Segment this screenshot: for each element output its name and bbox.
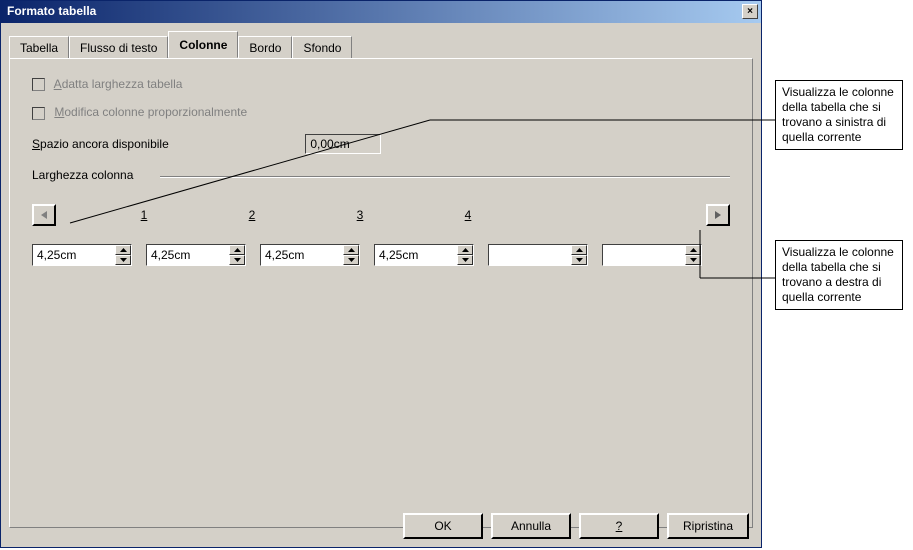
spin-down-icon bbox=[462, 258, 469, 262]
tab-colonne[interactable]: Colonne bbox=[168, 31, 238, 58]
tab-flusso[interactable]: Flusso di testo bbox=[69, 36, 168, 59]
spin-up-icon bbox=[234, 248, 241, 252]
close-button[interactable]: × bbox=[742, 4, 758, 19]
callout-nav-right: Visualizza le colonne della tabella che … bbox=[775, 240, 903, 310]
spin-up-icon bbox=[348, 248, 355, 252]
col-width-2-up[interactable] bbox=[229, 245, 245, 255]
help-button[interactable]: ? bbox=[579, 513, 659, 539]
checkbox-adatta-label: Adatta larghezza tabella bbox=[54, 77, 183, 91]
window-title: Formato tabella bbox=[7, 4, 96, 18]
checkbox-modifica-row: Modifica colonne proporzionalmente bbox=[32, 105, 730, 119]
callout-nav-left: Visualizza le colonne della tabella che … bbox=[775, 80, 903, 150]
col-width-4-up[interactable] bbox=[457, 245, 473, 255]
col-width-6 bbox=[602, 244, 702, 266]
nav-right-button[interactable] bbox=[706, 204, 730, 226]
col-width-6-input[interactable] bbox=[603, 245, 685, 265]
ripristina-button[interactable]: Ripristina bbox=[667, 513, 749, 539]
col-width-3-up[interactable] bbox=[343, 245, 359, 255]
spin-up-icon bbox=[120, 248, 127, 252]
col-width-1 bbox=[32, 244, 132, 266]
spin-down-icon bbox=[234, 258, 241, 262]
tab-bordo[interactable]: Bordo bbox=[238, 36, 292, 59]
checkbox-adatta-row: Adatta larghezza tabella bbox=[32, 77, 730, 91]
larghezza-label: Larghezza colonna bbox=[32, 168, 133, 182]
tab-tabella[interactable]: Tabella bbox=[9, 36, 69, 59]
annulla-button[interactable]: Annulla bbox=[491, 513, 571, 539]
fieldset-separator bbox=[160, 176, 730, 178]
spazio-row: Spazio ancora disponibile 0,00cm bbox=[32, 134, 730, 154]
tabpage-colonne: Adatta larghezza tabella Modifica colonn… bbox=[9, 58, 753, 528]
col-width-5 bbox=[488, 244, 588, 266]
col-width-1-up[interactable] bbox=[115, 245, 131, 255]
col-header-3: 3 bbox=[306, 208, 414, 222]
col-width-2-down[interactable] bbox=[229, 255, 245, 265]
tab-sfondo[interactable]: Sfondo bbox=[292, 36, 352, 59]
spazio-label: Spazio ancora disponibile bbox=[32, 137, 302, 151]
spin-up-icon bbox=[576, 248, 583, 252]
col-header-2: 2 bbox=[198, 208, 306, 222]
col-width-3-down[interactable] bbox=[343, 255, 359, 265]
checkbox-adatta bbox=[32, 78, 45, 91]
col-width-2-input[interactable] bbox=[147, 245, 229, 265]
table-format-dialog: Formato tabella × Tabella Flusso di test… bbox=[0, 0, 762, 548]
checkbox-modifica-label: Modifica colonne proporzionalmente bbox=[54, 105, 247, 119]
spin-down-icon bbox=[120, 258, 127, 262]
ok-button[interactable]: OK bbox=[403, 513, 483, 539]
larghezza-fieldset: Larghezza colonna bbox=[32, 168, 730, 182]
column-width-inputs bbox=[32, 244, 730, 266]
arrow-right-icon bbox=[713, 210, 723, 220]
spazio-value: 0,00cm bbox=[305, 134, 381, 154]
col-width-4 bbox=[374, 244, 474, 266]
col-width-5-down[interactable] bbox=[571, 255, 587, 265]
col-header-1: 1 bbox=[90, 208, 198, 222]
col-width-4-input[interactable] bbox=[375, 245, 457, 265]
button-bar: OK Annulla ? Ripristina bbox=[403, 507, 761, 547]
tabstrip: Tabella Flusso di testo Colonne Bordo Sf… bbox=[1, 23, 761, 58]
col-width-6-down[interactable] bbox=[685, 255, 701, 265]
checkbox-modifica bbox=[32, 107, 45, 120]
spin-up-icon bbox=[462, 248, 469, 252]
col-width-3-input[interactable] bbox=[261, 245, 343, 265]
col-width-5-input[interactable] bbox=[489, 245, 571, 265]
col-width-5-up[interactable] bbox=[571, 245, 587, 255]
spin-down-icon bbox=[690, 258, 697, 262]
col-width-6-up[interactable] bbox=[685, 245, 701, 255]
spin-down-icon bbox=[576, 258, 583, 262]
col-width-4-down[interactable] bbox=[457, 255, 473, 265]
col-width-1-down[interactable] bbox=[115, 255, 131, 265]
spin-down-icon bbox=[348, 258, 355, 262]
close-icon: × bbox=[747, 6, 753, 17]
titlebar[interactable]: Formato tabella × bbox=[1, 1, 761, 23]
arrow-left-icon bbox=[39, 210, 49, 220]
col-width-1-input[interactable] bbox=[33, 245, 115, 265]
col-width-2 bbox=[146, 244, 246, 266]
col-width-3 bbox=[260, 244, 360, 266]
spin-up-icon bbox=[690, 248, 697, 252]
column-headers: 1 2 3 4 bbox=[32, 204, 730, 226]
col-header-4: 4 bbox=[414, 208, 522, 222]
nav-left-button[interactable] bbox=[32, 204, 56, 226]
